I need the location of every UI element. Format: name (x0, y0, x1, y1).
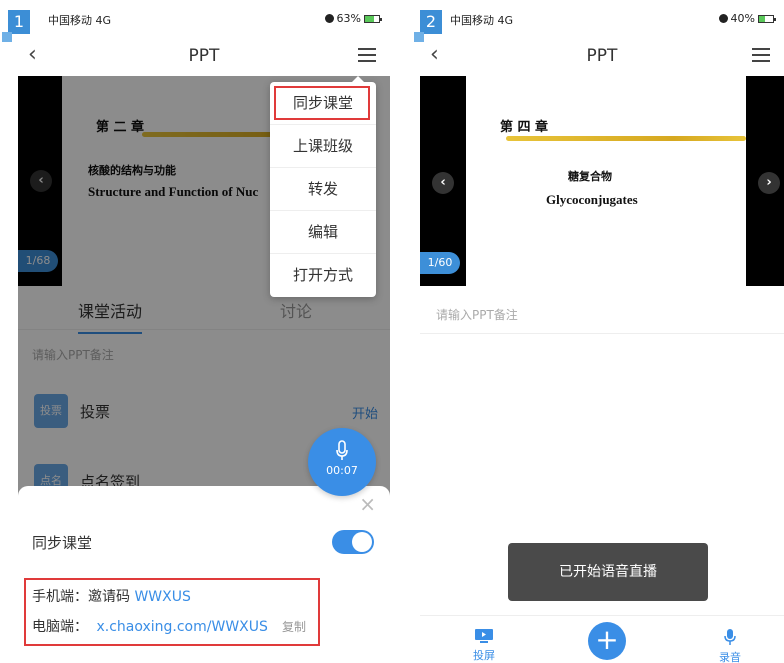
menu-item-class[interactable]: 上课班级 (270, 125, 376, 168)
highlight-box-menu (274, 86, 370, 120)
toast-message: 已开始语音直播 (508, 543, 708, 601)
step-badge-2: 2 (414, 10, 442, 42)
carrier-label: 中国移动 4G (450, 14, 514, 27)
menu-icon[interactable] (358, 48, 376, 62)
status-bar: 中国移动 4G 40% (420, 8, 784, 30)
sync-toggle[interactable] (332, 530, 374, 554)
prev-slide-icon[interactable]: ‹ (432, 172, 454, 194)
battery-icon (364, 14, 382, 23)
page-indicator: 1/60 (420, 252, 460, 274)
sync-class-label: 同步课堂 (32, 534, 93, 552)
add-button[interactable]: + (588, 622, 626, 660)
cast-label: 投屏 (473, 649, 495, 662)
carrier-label: 中国移动 4G (48, 14, 112, 27)
record-audio-label: 录音 (719, 651, 741, 663)
record-button[interactable]: 00:07 (308, 428, 376, 496)
note-input[interactable]: 请输入PPT备注 (420, 290, 784, 334)
mic-icon (336, 440, 348, 460)
mic-icon (724, 629, 736, 645)
battery-icon (758, 14, 776, 23)
screen-2: 中国移动 4G 40% ‹ PPT 第 四 章 糖复合物 Glycoconjug… (420, 0, 784, 663)
status-bar: 中国移动 4G 63% (18, 8, 390, 30)
nav-bar: ‹ PPT (18, 40, 390, 76)
highlight-box-links (24, 578, 320, 646)
nav-bar: ‹ PPT (420, 40, 784, 76)
slide: 第 四 章 糖复合物 Glycoconjugates (466, 76, 746, 286)
slide-viewer[interactable]: 第 四 章 糖复合物 Glycoconjugates ‹ › 1/60 (420, 76, 784, 286)
screen-1: 中国移动 4G 63% ‹ PPT 第 二 章 核酸的结构与功能 Structu… (18, 0, 390, 663)
record-audio-button[interactable]: 录音 (716, 628, 744, 663)
close-icon[interactable]: × (359, 492, 376, 516)
step-badge-1: 1 (2, 10, 30, 42)
menu-icon[interactable] (752, 48, 770, 62)
slide-chapter: 第 四 章 (500, 120, 549, 135)
menu-item-forward[interactable]: 转发 (270, 168, 376, 211)
battery-percent: 63% (336, 12, 361, 25)
alarm-icon (718, 14, 728, 23)
slide-subtitle-en: Glycoconjugates (546, 192, 638, 207)
cast-icon (475, 629, 493, 643)
alarm-icon (324, 14, 334, 23)
menu-item-edit[interactable]: 编辑 (270, 211, 376, 254)
battery-percent: 40% (730, 12, 755, 25)
slide-subtitle-zh: 糖复合物 (568, 170, 612, 183)
next-slide-icon[interactable]: › (758, 172, 780, 194)
note-placeholder: 请输入PPT备注 (436, 308, 518, 322)
cast-button[interactable]: 投屏 (470, 628, 498, 663)
bottom-toolbar: 投屏 + 录音 (420, 615, 784, 663)
slide-brush-stroke (506, 136, 746, 141)
page-title: PPT (586, 46, 618, 66)
menu-item-open-with[interactable]: 打开方式 (270, 254, 376, 297)
record-time: 00:07 (326, 464, 358, 477)
page-title: PPT (188, 46, 220, 66)
